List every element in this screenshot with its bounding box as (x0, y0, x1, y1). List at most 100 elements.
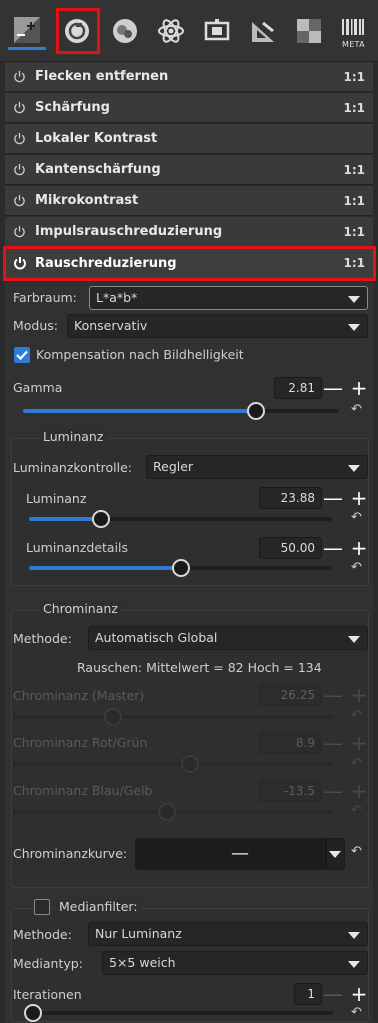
chrominanz-rotgruen-reset-icon[interactable]: ↶ (351, 756, 362, 771)
chevron-down-icon (348, 296, 360, 303)
chrominanz-rotgruen-slider[interactable] (13, 755, 333, 773)
minus-icon[interactable]: — (323, 487, 343, 509)
kompensation-checkbox[interactable] (14, 347, 30, 363)
modus-value: Konservativ (74, 318, 148, 333)
power-icon[interactable] (13, 194, 27, 208)
medianfilter-checkbox[interactable] (34, 899, 50, 915)
luminanzdetails-label: Luminanzdetails (26, 540, 129, 555)
luminanzdetails-slider-fill (29, 566, 181, 570)
tool-schaerfung[interactable]: Schärfung 1:1 (5, 93, 373, 123)
medianfilter-title: Medianfilter: (55, 899, 142, 914)
minus-icon[interactable]: — (323, 780, 343, 802)
tool-ratio-badge: 1:1 (343, 224, 366, 239)
luminanzdetails-slider-handle[interactable] (171, 559, 190, 577)
meta-tab-icon[interactable]: META (334, 12, 372, 50)
power-icon[interactable] (13, 101, 27, 115)
chrominanz-blaugelb-label: Chrominanz Blau/Gelb (13, 783, 153, 798)
exposure-tab-icon[interactable] (8, 12, 46, 50)
luminanz-label: Luminanz (26, 491, 87, 506)
chrominanzkurve-label: Chrominanzkurve: (13, 846, 128, 861)
luminanzdetails-slider[interactable] (29, 559, 332, 577)
power-icon[interactable] (13, 225, 27, 239)
chevron-down-icon (348, 932, 360, 939)
tool-impulsrauschreduzierung[interactable]: Impulsrauschreduzierung 1:1 (5, 217, 373, 247)
iterationen-value-input[interactable]: 1 (294, 983, 322, 1005)
power-icon[interactable] (13, 70, 27, 84)
chrominanz-rotgruen-slider-handle[interactable] (181, 755, 199, 773)
tool-label: Kantenschärfung (35, 162, 161, 177)
chrominanz-master-reset-icon[interactable]: ↶ (351, 708, 362, 723)
power-icon[interactable] (13, 132, 27, 146)
chrominanz-rotgruen-stepper: — + (323, 732, 371, 754)
tool-lokaler-kontrast[interactable]: Lokaler Kontrast (5, 124, 373, 154)
chevron-down-icon (348, 961, 360, 968)
chrominanz-blaugelb-slider-handle[interactable] (158, 803, 176, 821)
plus-icon[interactable]: + (349, 983, 369, 1005)
luminanzdetails-stepper: — + (323, 537, 371, 559)
chrominanz-methode-select[interactable]: Automatisch Global (88, 626, 368, 650)
iterationen-slider-handle[interactable] (24, 1004, 42, 1022)
curve-dropdown[interactable] (326, 839, 344, 869)
gamma-slider[interactable] (23, 402, 338, 420)
gamma-slider-handle[interactable] (247, 402, 266, 420)
minus-icon[interactable]: — (323, 983, 343, 1005)
luminanzdetails-value-input[interactable]: 50.00 (259, 537, 322, 559)
chrominanz-blaugelb-slider[interactable] (13, 803, 333, 821)
iterationen-slider[interactable] (24, 1004, 333, 1022)
tool-ratio-badge: 1:1 (343, 100, 366, 115)
chrominanz-master-slider[interactable] (13, 708, 333, 726)
tool-label: Impulsrauschreduzierung (35, 224, 223, 239)
plus-icon[interactable]: + (349, 377, 369, 399)
rauschen-readout: Rauschen: Mittelwert = 82 Hoch = 134 (77, 660, 322, 675)
chrominanz-blaugelb-reset-icon[interactable]: ↶ (351, 803, 362, 818)
transform-tab-icon[interactable] (198, 12, 236, 50)
chrominanz-master-input[interactable]: 26.25 (259, 684, 322, 706)
gamma-reset-icon[interactable]: ↶ (351, 402, 362, 417)
chevron-down-icon (348, 465, 360, 472)
tool-mikrokontrast[interactable]: Mikrokontrast 1:1 (5, 186, 373, 216)
advanced-tab-icon[interactable] (152, 12, 190, 50)
median-methode-select[interactable]: Nur Luminanz (88, 922, 368, 946)
minus-icon[interactable]: — (323, 377, 343, 399)
plus-icon[interactable]: + (349, 537, 369, 559)
raw-tab-icon[interactable] (244, 12, 282, 50)
modus-label: Modus: (13, 318, 59, 333)
luminanz-reset-icon[interactable]: ↶ (351, 510, 362, 525)
chrominanzkurve-curve-button[interactable]: — (135, 838, 345, 870)
mediantyp-label: Mediantyp: (13, 956, 83, 971)
color-tab-icon[interactable] (106, 12, 144, 50)
gamma-value-input[interactable]: 2.81 (274, 377, 322, 399)
luminanzkontrolle-select[interactable]: Regler (146, 455, 368, 479)
luminanzdetails-reset-icon[interactable]: ↶ (351, 560, 362, 575)
tool-flecken-entfernen[interactable]: Flecken entfernen 1:1 (5, 62, 373, 92)
iterationen-reset-icon[interactable]: ↶ (351, 1005, 362, 1020)
chrominanz-rotgruen-label: Chrominanz Rot/Grün (13, 735, 148, 750)
tool-tabs-toolbar: META (0, 0, 378, 62)
plus-icon[interactable]: + (349, 780, 369, 802)
luminanz-value-input[interactable]: 23.88 (259, 487, 322, 509)
tool-kantenschaerfung[interactable]: Kantenschärfung 1:1 (5, 155, 373, 185)
plus-icon[interactable]: + (349, 732, 369, 754)
mediantyp-select[interactable]: 5×5 weich (102, 951, 368, 975)
farbraum-label: Farbraum: (13, 290, 77, 305)
modus-select[interactable]: Konservativ (67, 314, 368, 338)
detail-tab-highlight (56, 8, 100, 54)
chrominanzkurve-reset-icon[interactable]: ↶ (351, 844, 362, 859)
chrominanz-rotgruen-input[interactable]: 8.9 (259, 732, 322, 754)
chevron-down-icon (329, 851, 341, 858)
farbraum-select[interactable]: L*a*b* (89, 286, 368, 310)
filmstrip-tab-icon[interactable] (290, 12, 328, 50)
plus-icon[interactable]: + (349, 487, 369, 509)
chrominanz-master-slider-handle[interactable] (104, 708, 122, 726)
minus-icon[interactable]: — (323, 537, 343, 559)
gamma-label: Gamma (13, 380, 63, 395)
plus-icon[interactable]: + (349, 684, 369, 706)
minus-icon[interactable]: — (323, 732, 343, 754)
chrominanz-methode-value: Automatisch Global (95, 630, 218, 645)
farbraum-value: L*a*b* (96, 290, 138, 305)
minus-icon[interactable]: — (323, 684, 343, 706)
luminanz-slider[interactable] (29, 510, 332, 528)
chrominanz-blaugelb-input[interactable]: -13.5 (259, 780, 322, 802)
power-icon[interactable] (13, 163, 27, 177)
chrominanz-title: Chrominanz (39, 601, 122, 616)
